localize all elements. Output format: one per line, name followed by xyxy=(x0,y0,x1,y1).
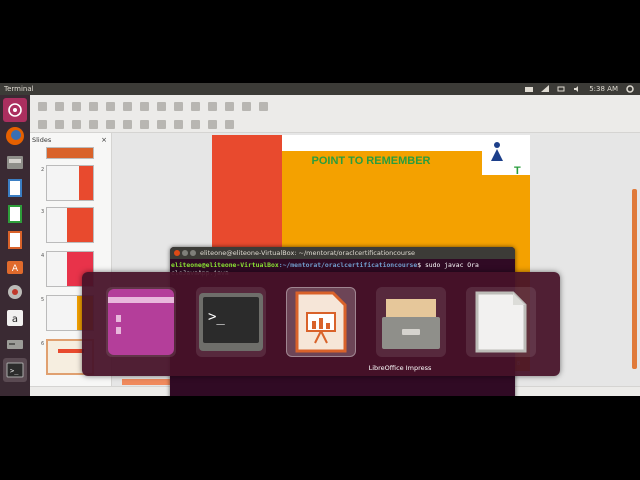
svg-text:>_: >_ xyxy=(208,309,225,325)
zoom-icon[interactable] xyxy=(55,119,64,129)
slide-number: 2 xyxy=(41,167,45,173)
undo-icon[interactable] xyxy=(174,101,183,111)
network-icon[interactable] xyxy=(541,85,550,93)
curve-icon[interactable] xyxy=(140,119,149,129)
arrow-icon[interactable] xyxy=(123,119,132,129)
libreoffice-icon xyxy=(475,291,527,353)
launcher: A a >_ xyxy=(0,95,30,396)
writer-icon[interactable] xyxy=(3,176,27,200)
slides-panel-title: Slides xyxy=(32,136,52,144)
select-icon[interactable] xyxy=(38,119,47,129)
app-switcher: >_ LibreOffice Impress xyxy=(82,272,560,376)
shapes-icon[interactable] xyxy=(174,119,183,129)
files-icon xyxy=(382,299,440,349)
active-window-title: Terminal xyxy=(4,85,34,93)
switcher-item-terminal[interactable]: >_ xyxy=(196,287,266,357)
slide-number: 6 xyxy=(41,341,45,347)
align-icon[interactable] xyxy=(208,119,217,129)
print-icon[interactable] xyxy=(106,101,115,111)
maximize-window-icon[interactable] xyxy=(190,250,196,256)
copy-icon[interactable] xyxy=(140,101,149,111)
redo-icon[interactable] xyxy=(191,101,200,111)
keyboard-icon[interactable] xyxy=(525,85,534,93)
minimize-window-icon[interactable] xyxy=(182,250,188,256)
slide-thumbnail[interactable] xyxy=(46,207,94,243)
slide-number: 4 xyxy=(41,253,45,259)
image-icon[interactable] xyxy=(225,101,234,111)
slide-title-trailing: T xyxy=(514,165,521,177)
impress-icon[interactable] xyxy=(3,228,27,252)
close-icon[interactable]: × xyxy=(101,133,107,147)
svg-text:a: a xyxy=(12,314,18,325)
terminal-icon: >_ xyxy=(199,293,263,351)
amazon-icon[interactable]: a xyxy=(3,306,27,330)
switcher-item-files[interactable] xyxy=(376,287,446,357)
ellipse-icon[interactable] xyxy=(106,119,115,129)
svg-text:A: A xyxy=(12,264,19,274)
text-box-icon[interactable] xyxy=(259,101,268,111)
slide-title: POINT TO REMEMBER xyxy=(311,155,431,167)
system-tray: 5:38 AM xyxy=(525,83,634,95)
drive-icon[interactable] xyxy=(3,332,27,356)
prompt-path: :~/mentorat/oraclcertificationcourse xyxy=(278,261,418,269)
switcher-item-software-center[interactable] xyxy=(106,287,176,357)
vertical-scrollbar[interactable] xyxy=(632,189,637,369)
desktop-screen: Terminal 5:38 AM A a >_ Slides × 2 3 4 5… xyxy=(0,83,640,396)
rotate-icon[interactable] xyxy=(191,119,200,129)
open-icon[interactable] xyxy=(55,101,64,111)
slide-number: 5 xyxy=(41,297,45,303)
terminal-titlebar[interactable]: eliteone@eliteone-VirtualBox: ~/mentorat… xyxy=(170,247,515,259)
software-center-icon xyxy=(108,289,174,355)
rectangle-icon[interactable] xyxy=(89,119,98,129)
dash-icon[interactable] xyxy=(3,98,27,122)
volume-icon[interactable] xyxy=(573,85,581,93)
slide-thumbnail[interactable] xyxy=(46,147,94,159)
table-icon[interactable] xyxy=(208,101,217,111)
terminal-title: eliteone@eliteone-VirtualBox: ~/mentorat… xyxy=(200,249,415,257)
arrange-icon[interactable] xyxy=(225,119,234,129)
gear-icon[interactable] xyxy=(626,85,634,93)
save-icon[interactable] xyxy=(72,101,81,111)
paste-icon[interactable] xyxy=(157,101,166,111)
connector-icon[interactable] xyxy=(157,119,166,129)
system-settings-icon[interactable] xyxy=(3,280,27,304)
close-window-icon[interactable] xyxy=(174,250,180,256)
switcher-item-libreoffice[interactable] xyxy=(466,287,536,357)
clock[interactable]: 5:38 AM xyxy=(589,83,618,95)
switcher-selected-label: LibreOffice Impress xyxy=(368,364,432,372)
new-icon[interactable] xyxy=(38,101,47,111)
top-panel: Terminal 5:38 AM xyxy=(0,83,640,95)
line-icon[interactable] xyxy=(72,119,81,129)
firefox-icon[interactable] xyxy=(3,124,27,148)
svg-text:>_: >_ xyxy=(10,367,19,375)
software-center-icon[interactable]: A xyxy=(3,254,27,278)
terminal-command: $ sudo javac Ora xyxy=(417,261,479,269)
calc-icon[interactable] xyxy=(3,202,27,226)
impress-icon xyxy=(295,291,347,353)
slides-panel-header: Slides × xyxy=(30,133,111,147)
slide-thumbnail[interactable] xyxy=(46,165,94,201)
export-pdf-icon[interactable] xyxy=(89,101,98,111)
impress-toolbar xyxy=(30,95,640,133)
files-icon[interactable] xyxy=(3,150,27,174)
slide-number: 3 xyxy=(41,209,45,215)
switcher-item-impress[interactable] xyxy=(286,287,356,357)
chart-icon[interactable] xyxy=(242,101,251,111)
terminal-icon[interactable]: >_ xyxy=(3,358,27,382)
prompt-user: eliteone@eliteone-VirtualBox xyxy=(171,261,279,269)
battery-icon[interactable] xyxy=(557,85,565,93)
cut-icon[interactable] xyxy=(123,101,132,111)
